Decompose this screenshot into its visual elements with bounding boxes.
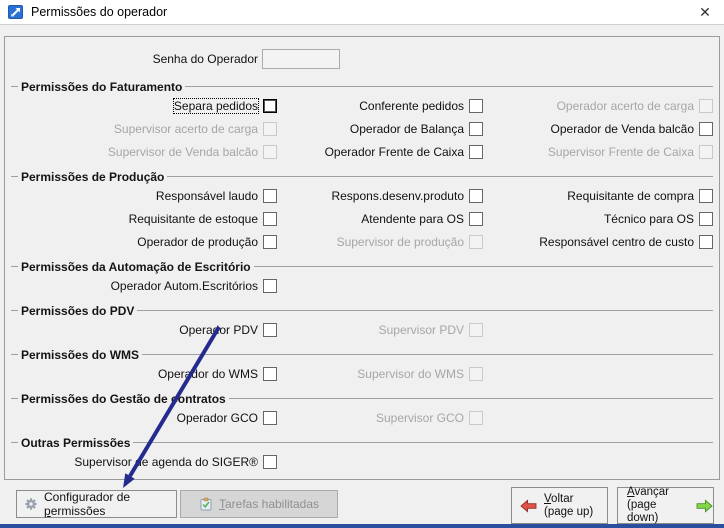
section-title: Permissões de Produção bbox=[11, 169, 713, 184]
red-left-arrow-icon bbox=[520, 498, 537, 513]
checkbox[interactable] bbox=[263, 211, 277, 226]
checkbox-row: Operador de produção Supervisor de produç… bbox=[11, 230, 713, 253]
checkbox[interactable] bbox=[699, 211, 713, 226]
checkbox bbox=[263, 121, 277, 136]
checkbox bbox=[263, 144, 277, 159]
checkbox[interactable] bbox=[263, 98, 277, 113]
checkbox-label[interactable]: Operador GCO bbox=[177, 411, 258, 425]
sections: Permissões do Faturamento Separa pedidos C… bbox=[11, 79, 713, 473]
checkbox bbox=[469, 366, 483, 381]
checkbox bbox=[469, 410, 483, 425]
section-title: Permissões do Gestão de contratos bbox=[11, 391, 713, 406]
checkbox-label: Supervisor PDV bbox=[378, 322, 464, 337]
checkbox[interactable] bbox=[263, 278, 277, 293]
section-title: Permissões do WMS bbox=[11, 347, 713, 362]
titlebar: Permissões do operador ✕ bbox=[0, 0, 724, 25]
checkbox-row: Supervisor acerto de carga Operador de Ba… bbox=[11, 117, 713, 140]
section-title: Permissões do PDV bbox=[11, 303, 713, 318]
close-icon[interactable]: ✕ bbox=[692, 1, 718, 23]
operator-password-label: Senha do Operador bbox=[152, 52, 258, 66]
checkbox[interactable] bbox=[699, 121, 713, 136]
checkbox bbox=[699, 98, 713, 113]
checkbox-label: Supervisor de Venda balcão bbox=[107, 144, 258, 159]
button-label: Voltar (page up) bbox=[544, 492, 594, 518]
checkbox-row: Supervisor de Venda balcão Operador Frent… bbox=[11, 140, 713, 163]
checkbox-label: Supervisor GCO bbox=[375, 410, 464, 425]
section-title: Permissões do Faturamento bbox=[11, 79, 713, 94]
button-label: Tarefas habilitadas bbox=[218, 497, 320, 511]
checkbox-label[interactable]: Operador de produção bbox=[137, 235, 258, 249]
operator-password-row: Senha do Operador bbox=[11, 48, 713, 70]
checkbox-label[interactable]: Operador PDV bbox=[179, 323, 258, 337]
checkbox-label[interactable]: Operador Autom.Escritórios bbox=[111, 279, 258, 293]
checkbox-label[interactable]: Responsável centro de custo bbox=[539, 235, 694, 249]
checkbox-label: Supervisor Frente de Caixa bbox=[547, 144, 694, 159]
checkbox[interactable] bbox=[699, 188, 713, 203]
checkbox[interactable] bbox=[469, 121, 483, 136]
checkbox-label[interactable]: Responsável laudo bbox=[156, 189, 258, 203]
tarefas-habilitadas-button: Tarefas habilitadas bbox=[180, 490, 338, 518]
checkbox[interactable] bbox=[263, 234, 277, 249]
checkbox[interactable] bbox=[263, 454, 277, 469]
checkbox[interactable] bbox=[469, 211, 483, 226]
checkbox-row: Operador GCO Supervisor GCO bbox=[11, 406, 713, 429]
checkbox-label[interactable]: Técnico para OS bbox=[604, 212, 694, 226]
checkbox-row: Operador PDV Supervisor PDV bbox=[11, 318, 713, 341]
checkbox-label: Supervisor acerto de carga bbox=[113, 121, 258, 136]
checkbox-label[interactable]: Conferente pedidos bbox=[359, 99, 464, 113]
checkbox-label[interactable]: Supervisor de agenda do SIGER® bbox=[74, 455, 258, 469]
checkbox[interactable] bbox=[263, 366, 277, 381]
checkbox-label[interactable]: Operador de Balança bbox=[350, 122, 464, 136]
checkbox[interactable] bbox=[469, 144, 483, 159]
avancar-button[interactable]: Avançar (page down) bbox=[617, 486, 714, 524]
green-right-arrow-icon bbox=[696, 498, 713, 513]
gear-icon bbox=[25, 498, 37, 510]
section-title: Outras Permissões bbox=[11, 435, 713, 450]
checkbox-label: Supervisor do WMS bbox=[357, 366, 464, 381]
checkbox[interactable] bbox=[699, 234, 713, 249]
checkbox bbox=[469, 322, 483, 337]
checkbox[interactable] bbox=[263, 410, 277, 425]
checkbox[interactable] bbox=[263, 322, 277, 337]
checkbox[interactable] bbox=[469, 98, 483, 113]
checkbox bbox=[469, 234, 483, 249]
checkbox-label[interactable]: Operador de Venda balcão bbox=[551, 122, 694, 136]
window-bottom-edge bbox=[0, 524, 724, 528]
checkbox-row: Responsável laudo Respons.desenv.produto R… bbox=[11, 184, 713, 207]
checkbox-row: Requisitante de estoque Atendente para OS… bbox=[11, 207, 713, 230]
section-title: Permissões da Automação de Escritório bbox=[11, 259, 713, 274]
checkbox-label[interactable]: Operador do WMS bbox=[158, 367, 258, 381]
configurador-permissoes-button[interactable]: Configurador de permissões bbox=[16, 490, 177, 518]
checkbox[interactable] bbox=[263, 188, 277, 203]
checkbox[interactable] bbox=[469, 188, 483, 203]
window-title: Permissões do operador bbox=[31, 5, 168, 19]
checkbox-label[interactable]: Respons.desenv.produto bbox=[331, 189, 464, 203]
checkbox-row: Operador do WMS Supervisor do WMS bbox=[11, 362, 713, 385]
checkbox-label[interactable]: Atendente para OS bbox=[361, 212, 464, 226]
operator-password-input[interactable] bbox=[262, 49, 340, 69]
voltar-button[interactable]: Voltar (page up) bbox=[511, 487, 608, 524]
task-list-icon bbox=[200, 497, 212, 511]
checkbox-row: Supervisor de agenda do SIGER® bbox=[11, 450, 713, 473]
permissions-panel: Senha do Operador Permissões do Faturame… bbox=[4, 36, 720, 480]
checkbox-row: Operador Autom.Escritórios bbox=[11, 274, 713, 297]
checkbox-label[interactable]: Operador Frente de Caixa bbox=[325, 145, 464, 159]
checkbox bbox=[699, 144, 713, 159]
app-icon bbox=[8, 5, 23, 19]
checkbox-row: Separa pedidos Conferente pedidos Operador… bbox=[11, 94, 713, 117]
checkbox-label[interactable]: Separa pedidos bbox=[172, 97, 260, 114]
checkbox-label: Operador acerto de carga bbox=[556, 98, 694, 113]
checkbox-label: Supervisor de produção bbox=[336, 234, 464, 249]
button-label: Avançar (page down) bbox=[627, 486, 669, 524]
button-label: Configurador de permissões bbox=[44, 490, 131, 518]
checkbox-label[interactable]: Requisitante de compra bbox=[567, 189, 694, 203]
checkbox-label[interactable]: Requisitante de estoque bbox=[129, 212, 258, 226]
